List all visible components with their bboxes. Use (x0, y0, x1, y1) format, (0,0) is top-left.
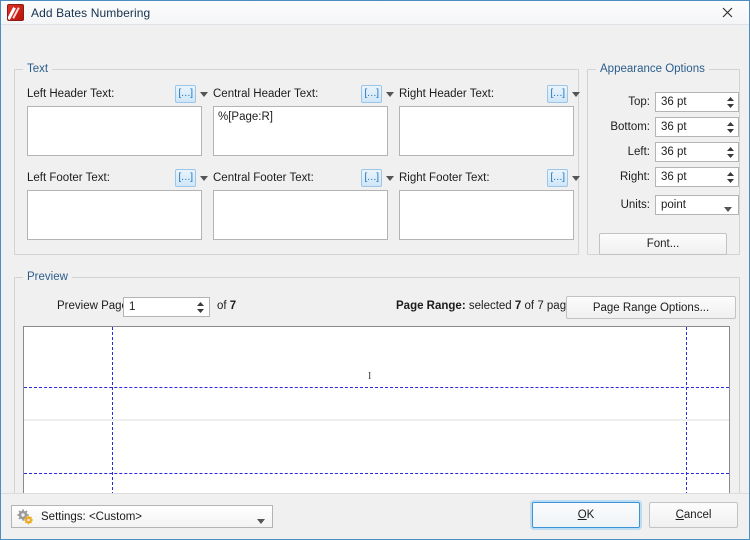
dialog-footer: Settings: <Custom> OK Cancel (1, 493, 749, 539)
margin-left-stepper[interactable]: 36 pt (655, 142, 739, 162)
margin-left-label: Left: (627, 146, 650, 158)
margin-row-right: Right: 36 pt (599, 167, 739, 187)
macro-insert-icon[interactable]: […] (547, 85, 568, 103)
right-header-text-input[interactable] (399, 106, 574, 156)
margin-top-value: 36 pt (661, 96, 687, 108)
preview-group: Preview Preview Page 1 of 7 Page Range: (14, 271, 740, 510)
window-title: Add Bates Numbering (31, 5, 151, 20)
central-footer-text-input[interactable] (213, 190, 388, 240)
field-label: Central Header Text: (213, 88, 319, 100)
bates-stamp-preview: I (368, 371, 372, 382)
stepper-arrows-icon[interactable] (197, 298, 204, 316)
font-button[interactable]: Font... (599, 233, 727, 255)
preview-group-title: Preview (23, 271, 72, 283)
units-value: point (661, 199, 686, 211)
units-label: Units: (620, 199, 650, 211)
field-label: Left Header Text: (27, 88, 115, 100)
settings-select[interactable]: Settings: <Custom> (11, 505, 273, 528)
left-footer-text-input[interactable] (27, 190, 202, 240)
page-range-options-button[interactable]: Page Range Options... (566, 296, 736, 319)
units-row: Units: point (599, 195, 739, 215)
dialog-body: Text Left Header Text: […] Central Heade… (1, 25, 749, 510)
preview-canvas[interactable]: I (23, 326, 730, 501)
stepper-arrows-icon[interactable] (727, 143, 734, 161)
margin-top-stepper[interactable]: 36 pt (655, 92, 739, 112)
chevron-down-icon[interactable] (383, 169, 397, 187)
margin-left-value: 36 pt (661, 146, 687, 158)
chevron-down-icon[interactable] (383, 85, 397, 103)
macro-insert-icon[interactable]: […] (361, 85, 382, 103)
field-label: Central Footer Text: (213, 172, 314, 184)
margin-guide-bottom (24, 473, 729, 474)
macro-insert-icon[interactable]: […] (175, 169, 196, 187)
preview-page-stepper[interactable]: 1 (123, 297, 210, 317)
stepper-arrows-icon[interactable] (727, 168, 734, 186)
margin-bottom-label: Bottom: (610, 121, 650, 133)
close-icon (722, 7, 732, 17)
gears-icon (17, 509, 34, 525)
stepper-arrows-icon[interactable] (727, 93, 734, 111)
cancel-button-label: Cancel (675, 509, 712, 521)
preview-page-value: 1 (129, 301, 136, 313)
field-label: Right Header Text: (399, 88, 495, 100)
macro-insert-icon[interactable]: […] (175, 85, 196, 103)
close-button[interactable] (705, 1, 749, 23)
stepper-arrows-icon[interactable] (727, 118, 734, 136)
text-group: Text Left Header Text: […] Central Heade… (14, 63, 580, 255)
pdf-xchange-icon (7, 4, 24, 21)
macro-insert-icon[interactable]: […] (547, 169, 568, 187)
title-bar: Add Bates Numbering (1, 1, 749, 25)
chevron-down-icon (257, 515, 265, 527)
units-select[interactable]: point (655, 195, 739, 215)
dialog-window: Add Bates Numbering Text Left Header Tex… (0, 0, 750, 540)
margin-row-top: Top: 36 pt (599, 92, 739, 112)
field-label: Left Footer Text: (27, 172, 110, 184)
appearance-group-title: Appearance Options (596, 63, 709, 75)
chevron-down-icon[interactable] (197, 169, 211, 187)
margin-guide-left (112, 327, 113, 500)
chevron-down-icon[interactable] (569, 85, 583, 103)
text-group-title: Text (23, 63, 53, 75)
margin-guide-top (24, 387, 729, 388)
central-header-text-input[interactable]: %[Page:R] (213, 106, 388, 156)
margin-guide-right (686, 327, 687, 500)
margin-right-value: 36 pt (661, 171, 687, 183)
margin-top-label: Top: (628, 96, 650, 108)
margin-row-left: Left: 36 pt (599, 142, 739, 162)
preview-total-pages: of 7 (217, 300, 237, 312)
ok-button[interactable]: OK (532, 502, 640, 528)
page-range-status: Page Range: selected 7 of 7 pages (396, 300, 579, 312)
field-label: Right Footer Text: (399, 172, 490, 184)
macro-insert-icon[interactable]: […] (361, 169, 382, 187)
margin-row-bottom: Bottom: 36 pt (599, 117, 739, 137)
chevron-down-icon[interactable] (197, 85, 211, 103)
margin-bottom-stepper[interactable]: 36 pt (655, 117, 739, 137)
margin-right-stepper[interactable]: 36 pt (655, 167, 739, 187)
left-header-text-input[interactable] (27, 106, 202, 156)
margin-bottom-value: 36 pt (661, 121, 687, 133)
preview-page-label: Preview Page (57, 300, 128, 312)
chevron-down-icon (724, 203, 732, 215)
preview-toolbar: Preview Page 1 of 7 Page Range: selected… (15, 296, 739, 320)
ok-button-label: OK (577, 509, 595, 521)
appearance-options-group: Appearance Options Top: 36 pt Bottom: 36… (587, 63, 740, 255)
margin-right-label: Right: (619, 171, 650, 183)
page-separator (24, 419, 729, 421)
right-footer-text-input[interactable] (399, 190, 574, 240)
cancel-button[interactable]: Cancel (649, 502, 738, 528)
chevron-down-icon[interactable] (569, 169, 583, 187)
